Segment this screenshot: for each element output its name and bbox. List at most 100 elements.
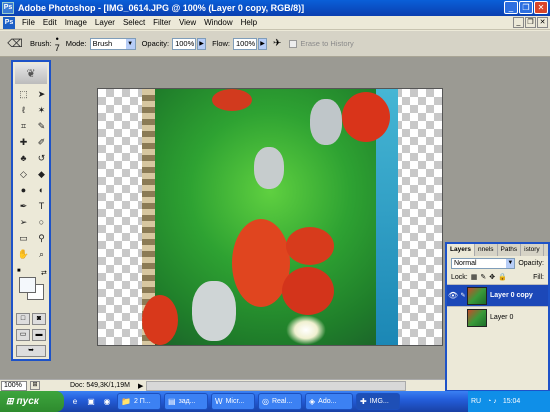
close-button[interactable]: ✕ — [534, 1, 548, 14]
eraser-tool-icon[interactable]: ⌫ — [6, 37, 24, 51]
layer-row[interactable]: Layer 0 — [447, 306, 548, 328]
slice-tool-icon[interactable]: ✎ — [33, 119, 50, 134]
lock-all-icon[interactable]: 🔒 — [498, 273, 507, 281]
doc-close-button[interactable]: ✕ — [537, 17, 548, 28]
desktop-icon[interactable]: ▣ — [84, 395, 98, 409]
full-screen-menu-mode-icon[interactable]: ▬ — [32, 329, 46, 341]
blur-tool-icon[interactable]: ● — [15, 183, 32, 198]
tab-channels[interactable]: nnels — [475, 244, 498, 256]
dodge-tool-icon[interactable]: ◐ — [33, 183, 50, 198]
standard-mode-icon[interactable]: □ — [16, 313, 30, 325]
adobe-icon: ◈ — [309, 397, 316, 406]
flow-slider-button[interactable]: ▶ — [258, 37, 267, 50]
zoom-tool-icon[interactable]: ⌕ — [33, 247, 50, 262]
task-button-word[interactable]: W Micr... — [211, 393, 255, 410]
flow-field[interactable]: 100% — [233, 37, 257, 50]
lock-position-icon[interactable]: ✥ — [489, 273, 495, 281]
mode-select[interactable]: Brush ▼ — [89, 37, 136, 50]
media-icon[interactable]: ◉ — [100, 395, 114, 409]
eraser-tool-icon[interactable]: ◇ — [15, 167, 32, 182]
jump-to-imageready-icon[interactable]: ➥ — [16, 345, 46, 357]
eyedropper-tool-icon[interactable]: ⚲ — [33, 231, 50, 246]
swap-colors-icon[interactable]: ⇄ — [41, 269, 47, 277]
menu-help[interactable]: Help — [237, 18, 261, 27]
ie-icon[interactable]: e — [68, 395, 82, 409]
type-tool-icon[interactable]: T — [33, 199, 50, 214]
visibility-eye-icon[interactable]: 👁 — [447, 291, 459, 300]
maximize-button[interactable]: ❐ — [519, 1, 533, 14]
task-button-document[interactable]: ▤ зад... — [164, 393, 208, 410]
menu-file[interactable]: File — [18, 18, 39, 27]
start-button[interactable]: ⊞ пуск — [0, 391, 64, 412]
status-menu-arrow-icon[interactable]: ▶ — [138, 382, 143, 390]
tab-history[interactable]: istory — [521, 244, 544, 256]
tab-paths[interactable]: Paths — [498, 244, 522, 256]
foreground-color-swatch[interactable] — [19, 277, 36, 293]
blend-row: Normal ▼ Opacity: — [447, 256, 548, 270]
history-brush-tool-icon[interactable]: ↺ — [33, 151, 50, 166]
pen-tool-icon[interactable]: ✒ — [15, 199, 32, 214]
task-label: Real... — [271, 398, 293, 405]
photoshop-icon: Ps — [2, 2, 14, 14]
airbrush-icon[interactable]: ✈ — [273, 38, 281, 49]
path-selection-tool-icon[interactable]: ➢ — [15, 215, 32, 230]
lock-transparency-icon[interactable]: ▦ — [471, 273, 478, 281]
crop-tool-icon[interactable]: ⌗ — [15, 119, 32, 134]
document-canvas[interactable] — [97, 88, 443, 346]
title-bar: Ps Adobe Photoshop - [IMG_0614.JPG @ 100… — [0, 0, 550, 16]
menu-edit[interactable]: Edit — [39, 18, 61, 27]
zoom-field[interactable]: 100% — [1, 380, 27, 391]
menu-image[interactable]: Image — [61, 18, 91, 27]
quick-mask-mode-icon[interactable]: ◙ — [32, 313, 46, 325]
paint-bucket-tool-icon[interactable]: ◆ — [33, 167, 50, 182]
task-button-adobe[interactable]: ◈ Ado... — [305, 393, 353, 410]
language-indicator[interactable]: RU — [471, 398, 481, 405]
clone-stamp-tool-icon[interactable]: ♣ — [15, 151, 32, 166]
menu-layer[interactable]: Layer — [91, 18, 119, 27]
hand-tool-icon[interactable]: ✋ — [15, 247, 32, 262]
layers-panel: Layers nnels Paths istory Normal ▼ Opaci… — [445, 242, 550, 392]
brush-tool-icon[interactable]: ✐ — [33, 135, 50, 150]
feather-icon[interactable]: ❦ — [15, 64, 47, 84]
menu-window[interactable]: Window — [200, 18, 236, 27]
tool-grid: ⬚ ➤ ℓ ✶ ⌗ ✎ ✚ ✐ ♣ ↺ ◇ ◆ ● ◐ ✒ T ➢ ○ ▭ ⚲ … — [13, 86, 49, 263]
opacity-field[interactable]: 100% — [172, 37, 197, 50]
default-colors-icon[interactable]: ■ — [17, 268, 21, 274]
brush-preset-picker[interactable]: • 7 — [55, 34, 60, 53]
magic-wand-tool-icon[interactable]: ✶ — [33, 103, 50, 118]
move-tool-icon[interactable]: ➤ — [33, 87, 50, 102]
task-label: 2 П... — [133, 398, 151, 405]
marquee-tool-icon[interactable]: ⬚ — [15, 87, 32, 102]
horizontal-scrollbar[interactable] — [146, 380, 407, 391]
menu-view[interactable]: View — [175, 18, 200, 27]
menu-select[interactable]: Select — [119, 18, 149, 27]
document-window-controls: _ ❐ ✕ — [513, 17, 548, 28]
doc-minimize-button[interactable]: _ — [513, 17, 524, 28]
document-icon[interactable]: Ps — [3, 16, 15, 29]
standard-screen-mode-icon[interactable]: ▭ — [16, 329, 30, 341]
tab-layers[interactable]: Layers — [447, 244, 475, 256]
opacity-slider-button[interactable]: ▶ — [197, 37, 207, 50]
silver-fish — [310, 99, 342, 145]
blend-mode-select[interactable]: Normal ▼ — [451, 257, 516, 269]
lasso-tool-icon[interactable]: ℓ — [15, 103, 32, 118]
minimize-button[interactable]: _ — [504, 1, 518, 14]
screen-mode-buttons: ▭ ▬ — [13, 327, 49, 343]
erase-to-history-label: Erase to History — [300, 39, 354, 48]
chevron-down-icon: ▼ — [125, 38, 135, 49]
status-icon[interactable]: ⊞ — [30, 381, 40, 390]
healing-brush-tool-icon[interactable]: ✚ — [15, 135, 32, 150]
task-button-realplayer[interactable]: ◎ Real... — [258, 393, 302, 410]
tray-icons[interactable]: ◔ ♪ — [487, 398, 497, 405]
doc-restore-button[interactable]: ❐ — [525, 17, 536, 28]
layer-name: Layer 0 copy — [490, 292, 533, 299]
shape-tool-icon[interactable]: ○ — [33, 215, 50, 230]
menu-filter[interactable]: Filter — [149, 18, 175, 27]
task-button-folder[interactable]: 📁 2 П... — [117, 393, 161, 410]
erase-to-history-checkbox[interactable] — [289, 39, 298, 48]
notes-tool-icon[interactable]: ▭ — [15, 231, 32, 246]
layer-thumbnail — [467, 286, 487, 305]
layer-row[interactable]: 👁 ✎ Layer 0 copy — [447, 284, 548, 306]
lock-image-icon[interactable]: ✎ — [480, 273, 486, 281]
task-button-image[interactable]: ✚ IMG... — [356, 393, 400, 410]
